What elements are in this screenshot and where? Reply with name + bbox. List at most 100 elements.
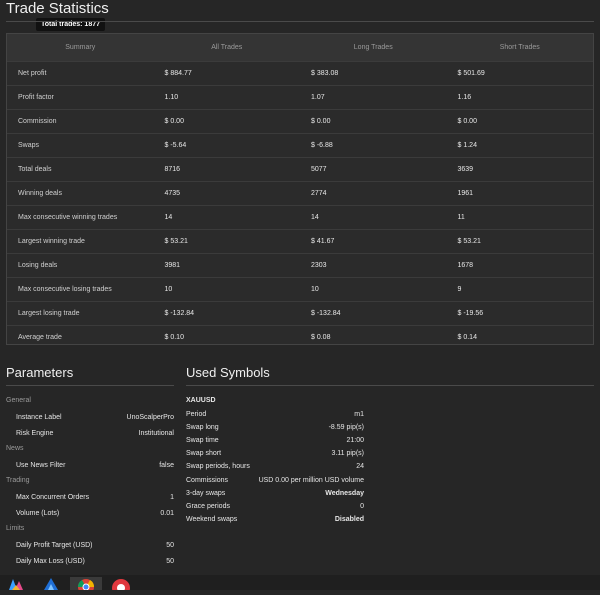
row-label: Commission: [7, 109, 154, 134]
parameter-row: Volume (Lots) 0.01: [16, 507, 174, 519]
parameter-label: Daily Profit Target (USD): [16, 541, 93, 549]
row-value: $ 0.14: [446, 325, 593, 349]
symbol-property-value: -8.59 pip(s): [328, 423, 364, 431]
row-value: 3639: [446, 157, 593, 182]
row-value: $ 53.21: [153, 229, 300, 254]
parameter-value: false: [159, 461, 174, 469]
parameter-value: Institutional: [138, 429, 174, 437]
table-row: Average trade $ 0.10 $ 0.08 $ 0.14: [7, 325, 593, 349]
row-label: Swaps: [7, 133, 154, 158]
symbol-property-value: USD 0.00 per million USD volume: [258, 476, 364, 484]
row-value: $ -19.56: [446, 301, 593, 326]
page-title: Trade Statistics: [6, 0, 109, 17]
parameter-group-label: Limits: [6, 525, 25, 532]
row-value: $ 0.00: [300, 109, 447, 134]
symbol-property-label: 3-day swaps: [186, 489, 226, 497]
parameter-row: Daily Profit Target (USD) 50: [16, 539, 174, 551]
trade-statistics-table: Summary All Trades Long Trades Short Tra…: [6, 33, 594, 349]
parameter-value: 50: [166, 557, 174, 565]
row-value: $ -132.84: [300, 301, 447, 326]
chrome-icon[interactable]: [70, 577, 102, 595]
symbol-property-label: Swap time: [186, 436, 219, 444]
table-header-row: Summary All Trades Long Trades Short Tra…: [7, 34, 593, 62]
parameter-value: 1: [170, 493, 174, 501]
parameter-label: Use News Filter: [16, 461, 66, 469]
header-long-trades: Long Trades: [300, 34, 447, 62]
table-row: Profit factor 1.10 1.07 1.16: [7, 85, 593, 110]
edge-like-app-icon[interactable]: [40, 577, 62, 590]
parameter-row: Daily Max Loss (USD) 50: [16, 555, 174, 567]
symbol-property-label: Commissions: [186, 476, 229, 484]
header-short-trades: Short Trades: [446, 34, 593, 62]
row-value: 9: [446, 277, 593, 302]
parameter-value: 0.01: [160, 509, 174, 517]
row-value: 1.10: [153, 85, 300, 110]
symbol-property-label: Swap short: [186, 450, 222, 458]
row-value: $ -5.64: [153, 133, 300, 158]
symbol-property-row: Grace periods 0: [186, 500, 364, 512]
copilot-icon[interactable]: [6, 577, 28, 590]
row-label: Largest winning trade: [7, 229, 154, 254]
symbol-property-value: 3.11 pip(s): [331, 450, 364, 458]
symbol-property-value: 0: [360, 502, 364, 510]
row-value: $ 0.00: [446, 109, 593, 134]
table-row: Losing deals 3981 2303 1678: [7, 253, 593, 278]
symbol-property-label: Period: [186, 410, 207, 418]
table-row: Net profit $ 884.77 $ 383.08 $ 501.69: [7, 61, 593, 86]
symbol-property-value: Wednesday: [325, 489, 364, 497]
row-value: $ 0.08: [300, 325, 447, 349]
row-value: $ 884.77: [153, 61, 300, 86]
row-label: Largest losing trade: [7, 301, 154, 326]
row-value: $ 53.21: [446, 229, 593, 254]
symbol-property-row: Weekend swaps Disabled: [186, 514, 364, 526]
row-value: $ -6.88: [300, 133, 447, 158]
row-label: Max consecutive winning trades: [7, 205, 154, 230]
row-value: $ 1.24: [446, 133, 593, 158]
row-value: 1678: [446, 253, 593, 278]
table-row: Total deals 8716 5077 3639: [7, 157, 593, 182]
recorder-app-icon[interactable]: [110, 577, 132, 595]
row-label: Total deals: [7, 157, 154, 182]
row-label: Winning deals: [7, 181, 154, 206]
symbol-property-value: 21:00: [346, 436, 364, 444]
title-divider: [6, 21, 594, 22]
parameter-label: Max Concurrent Orders: [16, 493, 90, 501]
table-row: Swaps $ -5.64 $ -6.88 $ 1.24: [7, 133, 593, 158]
row-value: 10: [300, 277, 447, 302]
row-value: 4735: [153, 181, 300, 206]
parameter-value: 50: [166, 541, 174, 549]
row-value: 2303: [300, 253, 447, 278]
parameter-label: Risk Engine: [16, 429, 54, 437]
table-row: Commission $ 0.00 $ 0.00 $ 0.00: [7, 109, 593, 134]
row-label: Average trade: [7, 325, 154, 349]
row-value: 11: [446, 205, 593, 230]
symbol-property-row: Swap periods, hours 24: [186, 461, 364, 473]
total-trades-tooltip: Total trades: 1877: [36, 18, 106, 31]
row-label: Net profit: [7, 61, 154, 86]
row-value: 1.16: [446, 85, 593, 110]
parameter-label: Instance Label: [16, 413, 62, 421]
row-value: $ 0.00: [153, 109, 300, 134]
parameter-group-label: Trading: [6, 477, 30, 484]
row-value: 10: [153, 277, 300, 302]
row-value: $ 41.67: [300, 229, 447, 254]
row-label: Max consecutive losing trades: [7, 277, 154, 302]
symbol-property-row: Period m1: [186, 408, 364, 420]
row-value: 2774: [300, 181, 447, 206]
row-value: 8716: [153, 157, 300, 182]
taskbar: [0, 575, 600, 595]
row-value: $ 0.10: [153, 325, 300, 349]
symbols-divider: [186, 385, 594, 386]
parameters-title: Parameters: [6, 365, 74, 380]
parameter-group-label: General: [6, 397, 31, 404]
table-row: Winning deals 4735 2774 1961: [7, 181, 593, 206]
symbol-property-label: Swap periods, hours: [186, 463, 250, 471]
parameter-row: Risk Engine Institutional: [16, 427, 174, 439]
row-value: 14: [300, 205, 447, 230]
symbol-property-row: Commissions USD 0.00 per million USD volu…: [186, 474, 364, 486]
row-value: 5077: [300, 157, 447, 182]
symbol-property-value: m1: [354, 410, 364, 418]
symbol-property-label: Weekend swaps: [186, 516, 238, 524]
table-row: Largest losing trade $ -132.84 $ -132.84 $ …: [7, 301, 593, 326]
parameter-group-label: News: [6, 445, 24, 452]
